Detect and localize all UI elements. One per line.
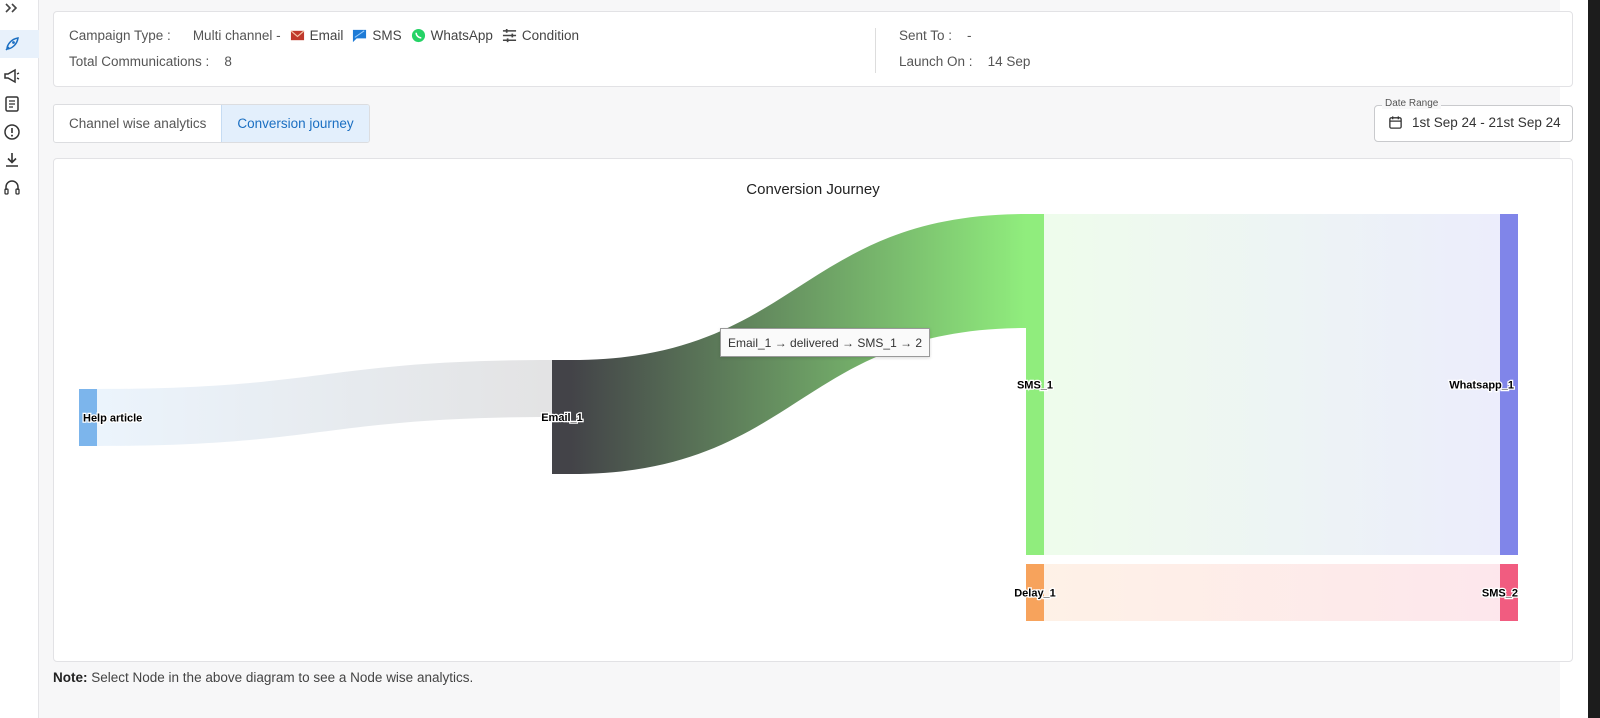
date-range-picker[interactable]: Date Range 1st Sep 24 - 21st Sep 24	[1374, 98, 1573, 142]
channel-label: Condition	[521, 28, 579, 43]
sidebar-item-alerts[interactable]	[0, 118, 39, 146]
note-text: Note: Select Node in the above diagram t…	[53, 670, 473, 685]
conversion-journey-chart: Conversion Journey Help article Email_1 SM…	[53, 158, 1573, 662]
sent-to-value: -	[967, 28, 972, 43]
info-divider	[875, 28, 876, 73]
sankey-diagram: Help article Email_1 SMS_1 Delay_1 Whatsapp_…	[79, 214, 1519, 621]
sankey-node-label: SMS_2	[1482, 588, 1518, 600]
tab-channel-wise-analytics[interactable]: Channel wise analytics	[54, 105, 221, 142]
tab-conversion-journey[interactable]: Conversion journey	[221, 105, 369, 142]
channel-condition: Condition	[502, 28, 579, 43]
sankey-link-delay_1-to-sms_2[interactable]	[1044, 564, 1500, 621]
headset-icon	[4, 180, 20, 195]
channel-sms: SMS	[352, 28, 402, 43]
whatsapp-icon	[411, 28, 425, 43]
megaphone-icon	[4, 68, 20, 84]
sidebar-rail	[0, 0, 39, 718]
campaign-type-row: Campaign Type : Multi channel - Email SM…	[69, 28, 579, 43]
sankey-link-sms_1-to-whatsapp_1[interactable]	[1044, 214, 1500, 555]
sankey-node-label: SMS_1	[1017, 380, 1053, 392]
date-range-value: 1st Sep 24 - 21st Sep 24	[1412, 115, 1561, 130]
channel-email: Email	[290, 28, 344, 43]
campaign-type-value: Multi channel -	[192, 28, 281, 43]
sent-to-row: Sent To : -	[899, 28, 972, 43]
sidebar-item-campaigns[interactable]	[0, 30, 39, 58]
sidebar-item-downloads[interactable]	[0, 146, 39, 174]
total-communications-label: Total Communications :	[69, 54, 210, 69]
document-icon	[5, 96, 19, 112]
channel-label: SMS	[372, 28, 402, 43]
campaign-info-card: Campaign Type : Multi channel - Email SM…	[53, 11, 1573, 87]
condition-icon	[502, 28, 516, 43]
sidebar-item-announcements[interactable]	[0, 62, 39, 90]
launch-on-value: 14 Sep	[987, 54, 1031, 69]
expand-sidebar-button[interactable]	[0, 0, 39, 22]
email-icon	[290, 30, 305, 41]
analytics-tabs: Channel wise analytics Conversion journe…	[53, 104, 370, 143]
launch-on-row: Launch On : 14 Sep	[899, 54, 1030, 69]
channel-whatsapp: WhatsApp	[411, 28, 493, 43]
alert-circle-icon	[4, 124, 20, 140]
note-label: Note:	[53, 670, 88, 685]
calendar-icon	[1389, 116, 1402, 129]
scrollbar-track	[1588, 0, 1600, 718]
sms-icon	[353, 29, 367, 43]
sankey-node-label: Help article	[83, 413, 142, 425]
note-body: Select Node in the above diagram to see …	[87, 670, 474, 685]
rocket-icon	[5, 37, 19, 51]
channel-label: Email	[309, 28, 344, 43]
sidebar-item-support[interactable]	[0, 174, 39, 202]
channel-label: WhatsApp	[430, 28, 493, 43]
launch-on-label: Launch On :	[899, 54, 973, 69]
sankey-link-help-article-to-email_1[interactable]	[97, 360, 552, 446]
sent-to-label: Sent To :	[899, 28, 953, 43]
total-communications-value: 8	[224, 54, 232, 69]
sankey-node-label: Whatsapp_1	[1449, 380, 1514, 392]
campaign-type-label: Campaign Type :	[69, 28, 171, 43]
total-communications-row: Total Communications : 8	[69, 54, 232, 69]
download-icon	[6, 153, 18, 167]
chart-tooltip: Email_1 → delivered → SMS_1 → 2	[720, 328, 931, 357]
sankey-node-label: Email_1	[541, 412, 583, 424]
sidebar-item-reports[interactable]	[0, 90, 39, 118]
date-range-legend: Date Range	[1382, 98, 1442, 109]
sankey-node-label: Delay_1	[1014, 588, 1056, 600]
chevrons-right-icon	[5, 3, 18, 13]
